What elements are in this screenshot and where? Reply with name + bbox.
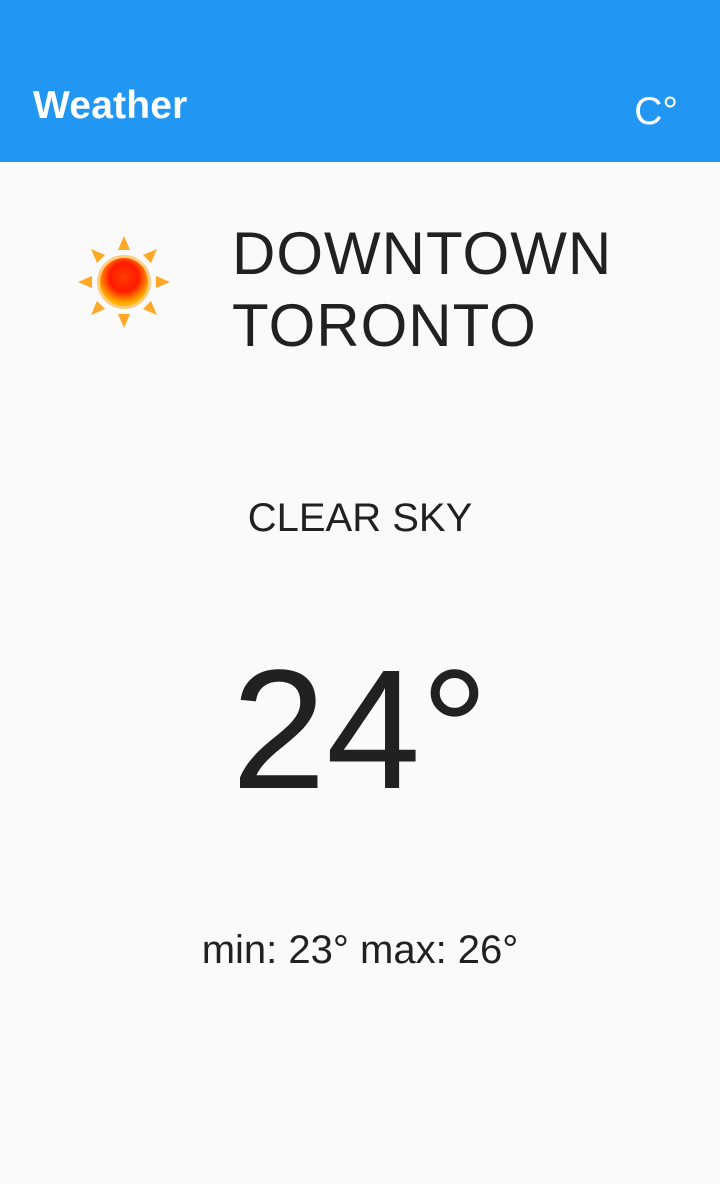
app-title: Weather bbox=[33, 84, 188, 127]
app-bar: Weather C° bbox=[0, 0, 720, 162]
min-max-temperature: min: 23° max: 26° bbox=[201, 928, 519, 972]
current-temperature: 24° bbox=[231, 635, 489, 825]
location-name: DOWNTOWN TORONTO bbox=[232, 220, 613, 359]
sun-icon bbox=[78, 236, 170, 328]
weather-condition: CLEAR SKY bbox=[247, 496, 473, 540]
unit-toggle-button[interactable]: C° bbox=[634, 90, 678, 134]
